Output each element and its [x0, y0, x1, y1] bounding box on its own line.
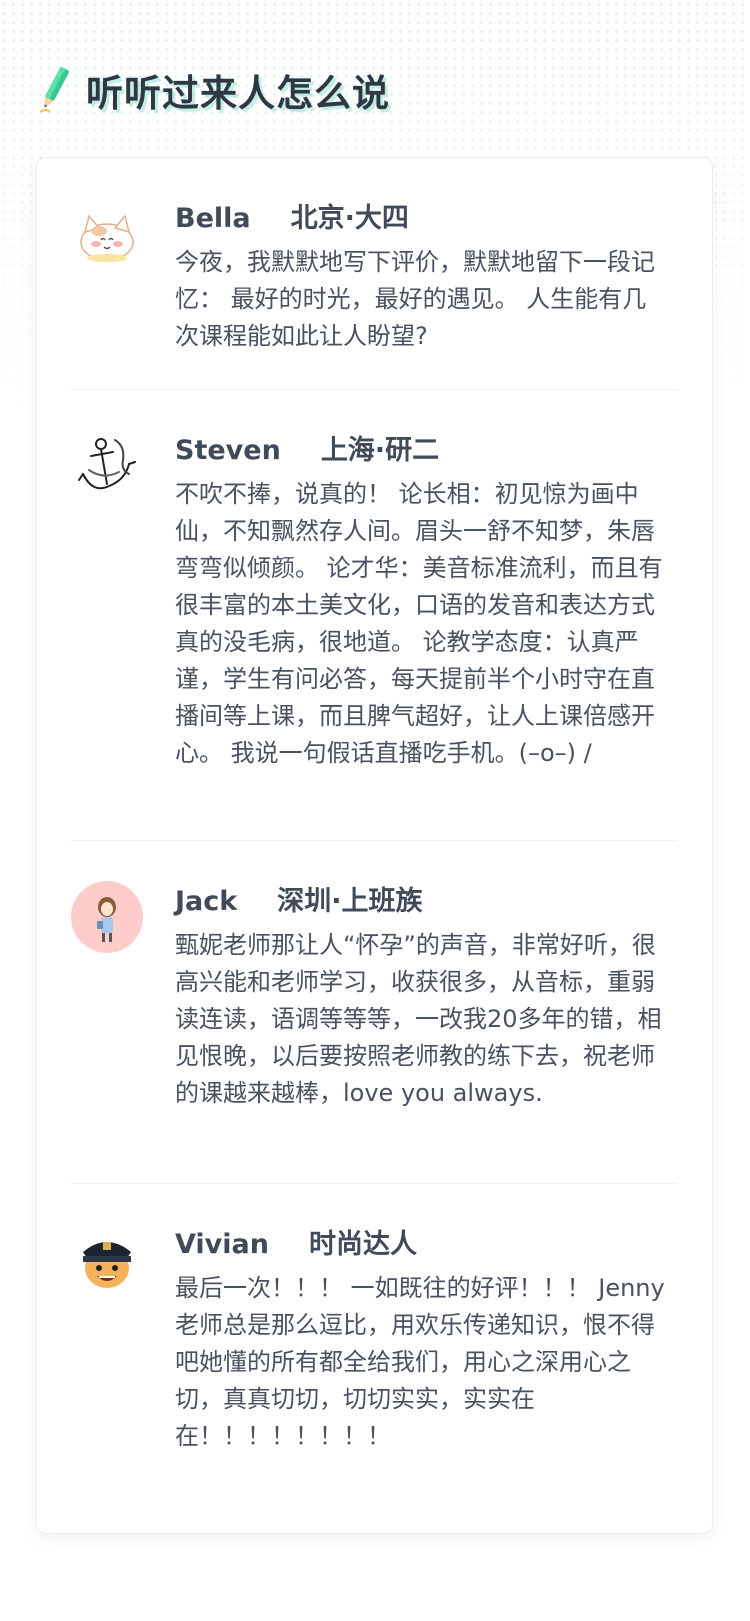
cat-avatar [71, 198, 143, 270]
page-title: 听听过来人怎么说 [86, 72, 390, 115]
review-item: Jack 深圳·上班族 甄妮老师那让人“怀孕”的声音，非常好听，很高兴能和老师学… [71, 841, 678, 1184]
reviewer-location: 上海·研二 [320, 435, 440, 466]
section-header: 听听过来人怎么说 [36, 60, 390, 120]
review-item: Bella 北京·大四 今夜，我默默地写下评价，默默地留下一段记忆： 最好的时光… [71, 158, 678, 390]
girl-avatar [71, 881, 143, 953]
reviewer-name: Steven [175, 435, 281, 466]
reviewer-location: 深圳·上班族 [277, 886, 423, 917]
reviewer-name: Bella [175, 203, 251, 234]
review-item: Vivian 时尚达人 最后一次！！！ 一如既往的好评！！！ Jenny 老师总… [71, 1184, 678, 1524]
review-text: 甄妮老师那让人“怀孕”的声音，非常好听，很高兴能和老师学习，收获很多，从音标，重… [175, 931, 662, 1107]
review-text: 不吹不捧，说真的！ 论长相：初见惊为画中仙，不知飘然存人间。眉头一舒不知梦，朱唇… [175, 480, 663, 767]
reviewer-location: 时尚达人 [308, 1229, 417, 1260]
review-item: Steven 上海·研二 不吹不捧，说真的！ 论长相：初见惊为画中仙，不知飘然存… [71, 390, 678, 841]
reviewer-name: Vivian [175, 1229, 269, 1260]
anchor-avatar [71, 430, 143, 502]
review-text: 今夜，我默默地写下评价，默默地留下一段记忆： 最好的时光，最好的遇见。 人生能有… [175, 248, 655, 350]
review-text: 最后一次！！！ 一如既往的好评！！！ Jenny 老师总是那么逗比，用欢乐传递知… [175, 1274, 665, 1450]
police-avatar [71, 1224, 143, 1296]
pencil-icon [39, 66, 69, 113]
reviews-card: Bella 北京·大四 今夜，我默默地写下评价，默默地留下一段记忆： 最好的时光… [36, 157, 713, 1534]
reviewer-location: 北京·大四 [290, 203, 409, 234]
reviewer-name: Jack [175, 886, 238, 917]
